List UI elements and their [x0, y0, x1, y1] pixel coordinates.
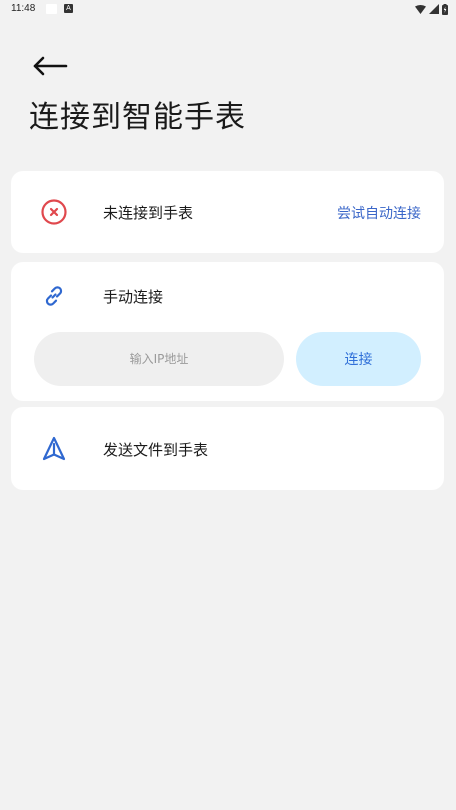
- arrow-left-icon: [33, 56, 68, 76]
- send-file-label: 发送文件到手表: [103, 441, 209, 459]
- connect-button[interactable]: 连接: [296, 332, 421, 386]
- auto-connect-link[interactable]: 尝试自动连接: [337, 203, 421, 223]
- back-button[interactable]: [30, 52, 70, 80]
- battery-icon: [442, 3, 448, 15]
- notification-icon: [46, 4, 57, 14]
- send-file-card[interactable]: 发送文件到手表: [11, 407, 444, 490]
- manual-connect-card: 手动连接 连接: [11, 262, 444, 401]
- disconnected-x-icon: [41, 199, 67, 225]
- cell-signal-icon: [429, 4, 439, 14]
- wifi-icon: [415, 4, 426, 14]
- watch-status-card: 未连接到手表 尝试自动连接: [11, 171, 444, 253]
- watch-status-label: 未连接到手表: [103, 204, 194, 222]
- send-triangle-icon: [42, 436, 66, 461]
- status-time: 11:48: [11, 3, 36, 14]
- manual-connect-label: 手动连接: [103, 288, 164, 306]
- link-icon: [45, 286, 63, 306]
- status-bar: 11:48 A: [0, 0, 456, 18]
- status-icons: [415, 3, 448, 15]
- app-notification-icon: A: [64, 4, 73, 13]
- page-title: 连接到智能手表: [29, 100, 246, 135]
- ip-address-input[interactable]: [34, 332, 284, 386]
